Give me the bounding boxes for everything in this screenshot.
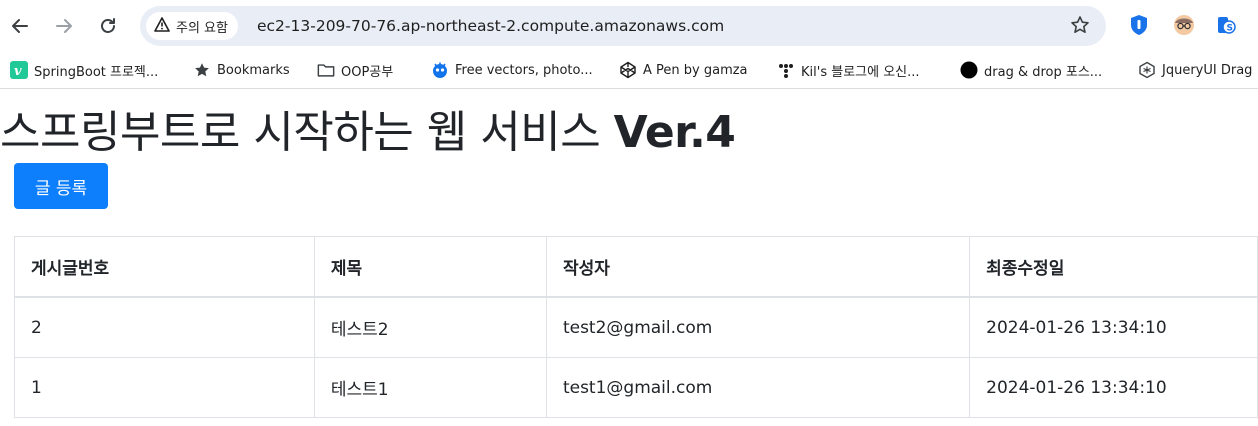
bookmark-label: Free vectors, photo... [455,62,593,78]
page-title-version: Ver.4 [613,107,736,158]
cell-title-link[interactable]: 테스트1 [313,357,547,418]
svg-text:S: S [1227,24,1233,34]
table-row: 2 테스트2 test2@gmail.com 2024-01-26 13:34:… [14,296,1258,358]
bookmark-label: Bookmarks [217,62,290,78]
svg-text:v: v [14,64,22,79]
star-icon [193,61,211,79]
table-header-row: 게시글번호 제목 작성자 최종수정일 [14,236,1258,298]
bookmark-label: JqueryUI Drag [1162,62,1253,78]
folder-icon [317,61,335,79]
bookmark-springboot[interactable]: v SpringBoot 프로젝... [10,60,158,80]
bookmark-oop-folder[interactable]: OOP공부 [317,60,393,80]
page-title: 스프링부트로 시작하는 웹 서비스 Ver.4 [0,96,736,160]
password-manager-extension-icon[interactable] [1127,13,1151,37]
jquery-ui-icon [1138,61,1156,79]
bookmark-label: Kil's 블로그에 오신... [801,64,920,80]
forward-icon[interactable] [50,12,78,40]
black-circle-icon [960,61,978,79]
bookmark-kils-blog[interactable]: Kil's 블로그에 오신... [777,60,920,80]
back-icon[interactable] [6,12,34,40]
reload-icon[interactable] [94,12,122,40]
freepik-logo-icon [431,61,449,79]
cell-author: test2@gmail.com [545,296,971,358]
bookmark-jqueryui[interactable]: JqueryUI Drag [1138,60,1252,80]
cell-author: test1@gmail.com [545,357,971,418]
tistory-icon [777,61,795,79]
column-header-modified: 최종수정일 [969,236,1258,298]
cell-modified: 2024-01-26 13:34:10 [969,296,1258,358]
avatar-extension-icon[interactable] [1172,13,1196,37]
cell-id: 2 [14,296,315,358]
cell-id: 1 [14,357,315,418]
warning-icon [154,16,170,36]
v-logo-icon: v [10,61,28,79]
register-post-button[interactable]: 글 등록 [14,163,108,209]
table-row: 1 테스트1 test1@gmail.com 2024-01-26 13:34:… [14,357,1258,418]
column-header-id: 게시글번호 [14,236,315,298]
address-bar[interactable]: 주의 요함 ec2-13-209-70-76.ap-northeast-2.co… [140,6,1106,46]
browser-toolbar: 주의 요함 ec2-13-209-70-76.ap-northeast-2.co… [0,0,1258,52]
bookmark-bookmarks[interactable]: Bookmarks [193,60,290,80]
cell-modified: 2024-01-26 13:34:10 [969,357,1258,418]
posts-table: 게시글번호 제목 작성자 최종수정일 2 테스트2 test2@gmail.co… [14,236,1258,418]
bookmark-label: OOP공부 [341,64,394,80]
spring-extension-icon[interactable]: S [1214,13,1238,37]
column-header-title: 제목 [313,236,547,298]
bookmark-free-vectors[interactable]: Free vectors, photo... [431,60,593,80]
security-chip[interactable]: 주의 요함 [146,12,238,40]
bookmark-label: drag & drop 포스... [984,64,1103,80]
url-text[interactable]: ec2-13-209-70-76.ap-northeast-2.compute.… [257,17,724,35]
column-header-author: 작성자 [545,236,971,298]
codepen-icon [619,61,637,79]
page-title-main: 스프링부트로 시작하는 웹 서비스 [0,107,614,158]
bookmarks-bar: v SpringBoot 프로젝... Bookmarks OOP공부 Free… [0,52,1258,89]
bookmark-star-icon[interactable] [1070,15,1090,39]
bookmark-drag-drop[interactable]: drag & drop 포스... [960,60,1102,80]
cell-title-link[interactable]: 테스트2 [313,296,547,358]
bookmark-label: SpringBoot 프로젝... [34,64,159,80]
bookmark-label: A Pen by gamza [643,62,748,78]
bookmark-codepen[interactable]: A Pen by gamza [619,60,748,80]
security-label: 주의 요함 [176,20,228,36]
